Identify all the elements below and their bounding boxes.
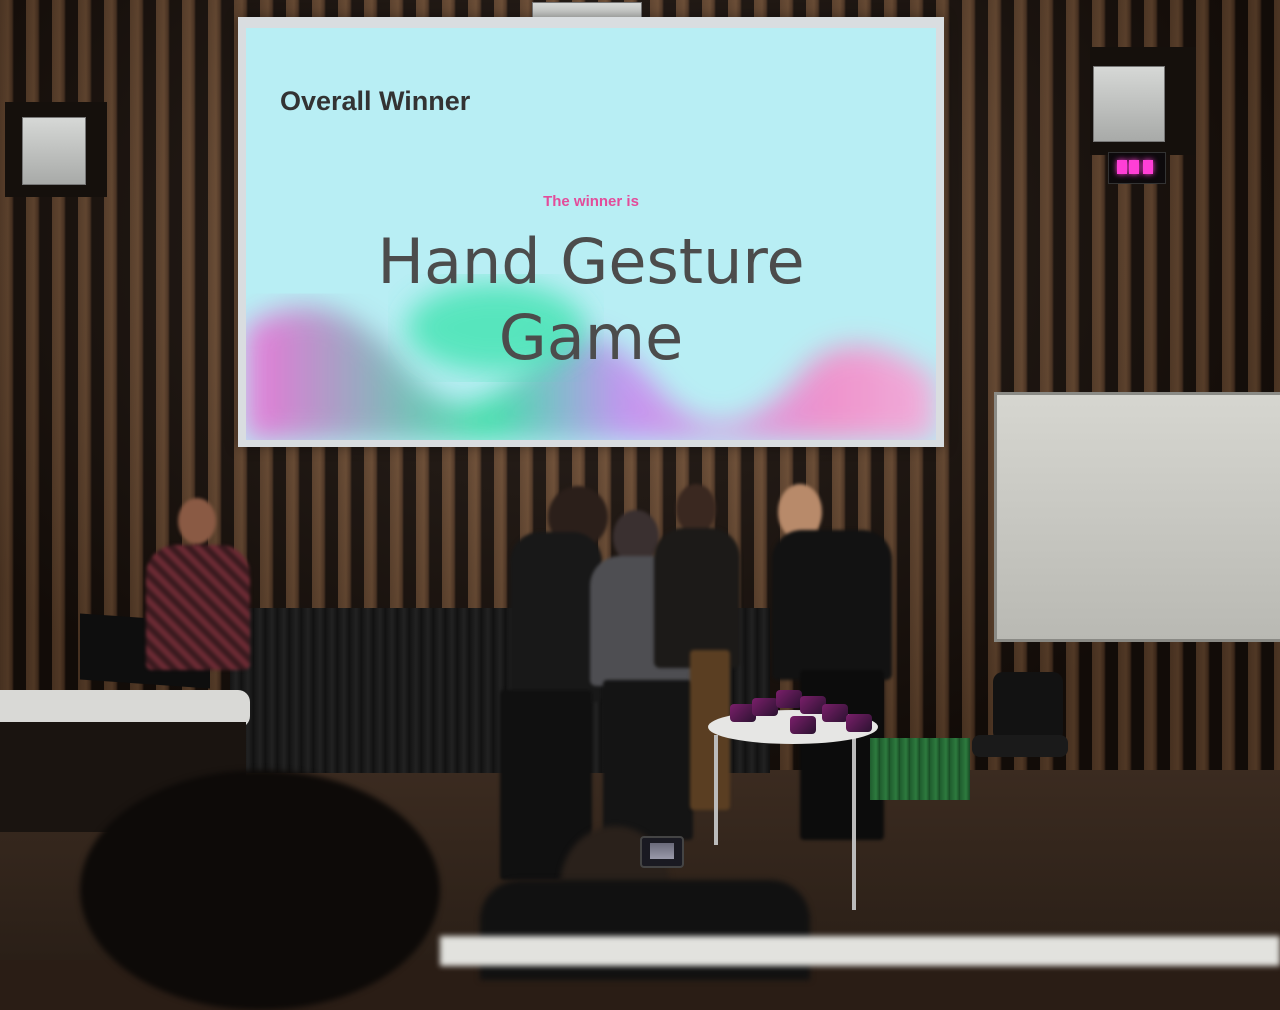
slide-kicker: The winner is: [543, 193, 639, 210]
snack-bag: [822, 704, 848, 722]
table-leg: [714, 735, 718, 845]
phone-camera: [640, 836, 684, 868]
snack-bag: [790, 716, 816, 734]
chair-back: [993, 672, 1063, 742]
green-crate: [870, 738, 970, 800]
audience-head-left: [80, 770, 440, 1010]
winner-name-line-2: Game: [498, 301, 684, 374]
chair-seat: [972, 735, 1068, 757]
whiteboard: [994, 392, 1280, 642]
right-speaker: [1093, 66, 1165, 142]
left-speaker: [22, 117, 86, 185]
snack-bag: [846, 714, 872, 732]
table-leg: [852, 735, 856, 910]
winner-name: Hand Gesture Game: [246, 224, 936, 376]
slide-title: Overall Winner: [280, 86, 471, 116]
snack-bag: [776, 690, 802, 708]
winner-name-line-1: Hand Gesture: [377, 225, 805, 298]
snack-bag: [752, 698, 778, 716]
led-clock-panel: [1108, 152, 1166, 184]
presentation-slide: Overall Winner The winner is Hand Gestur…: [246, 28, 936, 440]
audience-desk-edge: [440, 936, 1280, 966]
